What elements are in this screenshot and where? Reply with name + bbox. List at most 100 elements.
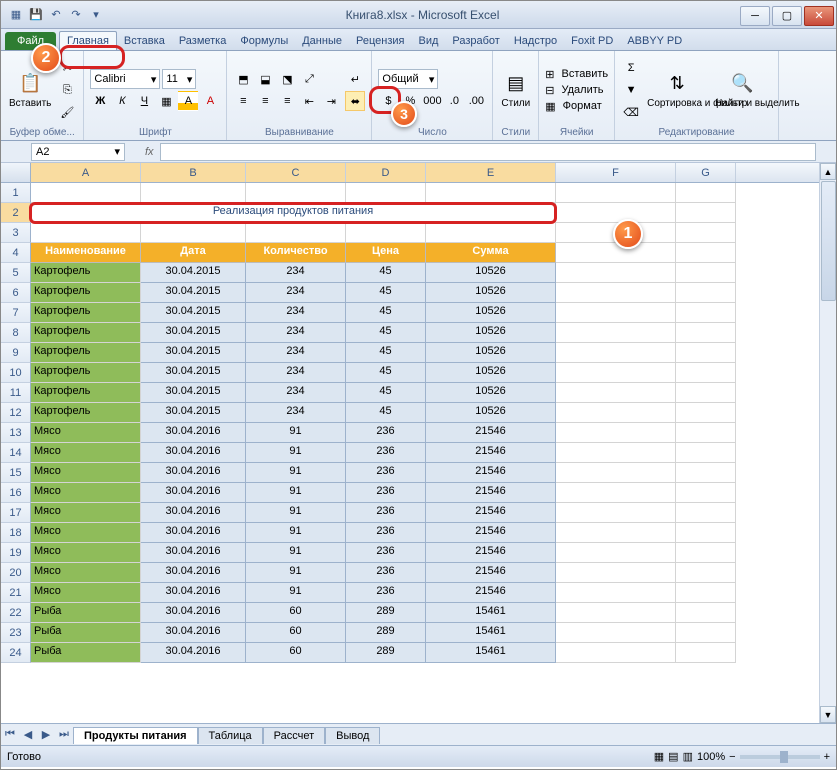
- align-left-icon[interactable]: ≡: [233, 91, 253, 111]
- table-row[interactable]: Рыба30.04.20166028915461: [31, 603, 736, 623]
- name-box[interactable]: A2▾: [31, 143, 125, 161]
- header-qty[interactable]: Количество: [246, 243, 346, 263]
- font-color-icon[interactable]: A: [200, 91, 220, 111]
- table-row[interactable]: Картофель30.04.20152344510526: [31, 383, 736, 403]
- table-row[interactable]: Мясо30.04.20169123621546: [31, 503, 736, 523]
- cell-price[interactable]: 236: [346, 463, 426, 483]
- number-format-combo[interactable]: Общий▾: [378, 69, 438, 89]
- tab-data[interactable]: Данные: [295, 32, 349, 50]
- cell-sum[interactable]: 21546: [426, 443, 556, 463]
- colhead-e[interactable]: E: [426, 163, 556, 182]
- cell-price[interactable]: 236: [346, 423, 426, 443]
- sheet-nav-prev-icon[interactable]: ◀: [19, 726, 37, 744]
- cell-sum[interactable]: 10526: [426, 263, 556, 283]
- font-size-combo[interactable]: 11▾: [162, 69, 196, 89]
- cell-qty[interactable]: 91: [246, 483, 346, 503]
- cell-qty[interactable]: 60: [246, 603, 346, 623]
- cell-price[interactable]: 289: [346, 603, 426, 623]
- rowhead-16[interactable]: 16: [1, 483, 31, 503]
- cell-price[interactable]: 236: [346, 543, 426, 563]
- sheet-nav-first-icon[interactable]: ⏮: [1, 726, 19, 744]
- zoom-level[interactable]: 100%: [697, 751, 725, 763]
- cell-name[interactable]: Рыба: [31, 603, 141, 623]
- close-button[interactable]: ✕: [804, 6, 834, 26]
- maximize-button[interactable]: ▢: [772, 6, 802, 26]
- table-row[interactable]: Мясо30.04.20169123621546: [31, 543, 736, 563]
- header-price[interactable]: Цена: [346, 243, 426, 263]
- cell-qty[interactable]: 91: [246, 543, 346, 563]
- table-row[interactable]: Мясо30.04.20169123621546: [31, 483, 736, 503]
- cell-qty[interactable]: 234: [246, 303, 346, 323]
- select-all-corner[interactable]: [1, 163, 31, 182]
- rowhead-23[interactable]: 23: [1, 623, 31, 643]
- cell-qty[interactable]: 91: [246, 523, 346, 543]
- cell-sum[interactable]: 10526: [426, 363, 556, 383]
- cell-sum[interactable]: 21546: [426, 423, 556, 443]
- cell-name[interactable]: Картофель: [31, 403, 141, 423]
- font-name-combo[interactable]: Calibri▾: [90, 69, 160, 89]
- cell-price[interactable]: 45: [346, 383, 426, 403]
- cell-sum[interactable]: 10526: [426, 403, 556, 423]
- autosum-icon[interactable]: Σ: [621, 58, 641, 78]
- cell-date[interactable]: 30.04.2015: [141, 363, 246, 383]
- cell-date[interactable]: 30.04.2016: [141, 623, 246, 643]
- cell-name[interactable]: Мясо: [31, 423, 141, 443]
- cell-name[interactable]: Мясо: [31, 463, 141, 483]
- cell-sum[interactable]: 21546: [426, 503, 556, 523]
- cell-date[interactable]: 30.04.2015: [141, 283, 246, 303]
- cell-price[interactable]: 45: [346, 303, 426, 323]
- sheet-tab-1[interactable]: Таблица: [198, 727, 263, 744]
- rowhead-12[interactable]: 12: [1, 403, 31, 423]
- cell-price[interactable]: 45: [346, 283, 426, 303]
- cell-qty[interactable]: 234: [246, 283, 346, 303]
- table-row[interactable]: Мясо30.04.20169123621546: [31, 583, 736, 603]
- find-select-button[interactable]: 🔍 Найти и выделить: [713, 70, 772, 111]
- rowhead-17[interactable]: 17: [1, 503, 31, 523]
- colhead-f[interactable]: F: [556, 163, 676, 182]
- cell-date[interactable]: 30.04.2015: [141, 323, 246, 343]
- comma-icon[interactable]: 000: [422, 91, 442, 111]
- cell-price[interactable]: 45: [346, 363, 426, 383]
- cell-name[interactable]: Мясо: [31, 503, 141, 523]
- cell-name[interactable]: Картофель: [31, 303, 141, 323]
- header-name[interactable]: Наименование: [31, 243, 141, 263]
- cell-sum[interactable]: 10526: [426, 343, 556, 363]
- minimize-button[interactable]: ─: [740, 6, 770, 26]
- cell-sum[interactable]: 10526: [426, 283, 556, 303]
- cell-sum[interactable]: 10526: [426, 323, 556, 343]
- cell-sum[interactable]: 21546: [426, 583, 556, 603]
- cell-date[interactable]: 30.04.2016: [141, 563, 246, 583]
- colhead-d[interactable]: D: [346, 163, 426, 182]
- cell-sum[interactable]: 15461: [426, 643, 556, 663]
- cell-name[interactable]: Мясо: [31, 583, 141, 603]
- save-icon[interactable]: 💾: [27, 6, 45, 24]
- table-row[interactable]: Картофель30.04.20152344510526: [31, 363, 736, 383]
- delete-cells-button[interactable]: ⊟ Удалить: [545, 84, 608, 97]
- cell-qty[interactable]: 91: [246, 583, 346, 603]
- tab-insert[interactable]: Вставка: [117, 32, 172, 50]
- cell-price[interactable]: 289: [346, 623, 426, 643]
- colhead-c[interactable]: C: [246, 163, 346, 182]
- rowhead-18[interactable]: 18: [1, 523, 31, 543]
- align-center-icon[interactable]: ≡: [255, 91, 275, 111]
- header-date[interactable]: Дата: [141, 243, 246, 263]
- cell-sum[interactable]: 21546: [426, 463, 556, 483]
- cell-qty[interactable]: 91: [246, 463, 346, 483]
- rowhead-1[interactable]: 1: [1, 183, 31, 203]
- table-row[interactable]: Картофель30.04.20152344510526: [31, 303, 736, 323]
- cell-name[interactable]: Мясо: [31, 523, 141, 543]
- cell-name[interactable]: Картофель: [31, 383, 141, 403]
- cell-date[interactable]: 30.04.2015: [141, 263, 246, 283]
- cell-price[interactable]: 45: [346, 263, 426, 283]
- cell-name[interactable]: Мясо: [31, 483, 141, 503]
- scroll-up-icon[interactable]: ▲: [820, 163, 836, 180]
- cell-qty[interactable]: 60: [246, 623, 346, 643]
- vertical-scrollbar[interactable]: ▲ ▼: [819, 163, 836, 723]
- table-row[interactable]: Картофель30.04.20152344510526: [31, 343, 736, 363]
- cell-sum[interactable]: 21546: [426, 483, 556, 503]
- cell-date[interactable]: 30.04.2016: [141, 423, 246, 443]
- redo-icon[interactable]: ↷: [67, 6, 85, 24]
- cell-date[interactable]: 30.04.2015: [141, 403, 246, 423]
- cell-date[interactable]: 30.04.2016: [141, 643, 246, 663]
- cell-price[interactable]: 45: [346, 403, 426, 423]
